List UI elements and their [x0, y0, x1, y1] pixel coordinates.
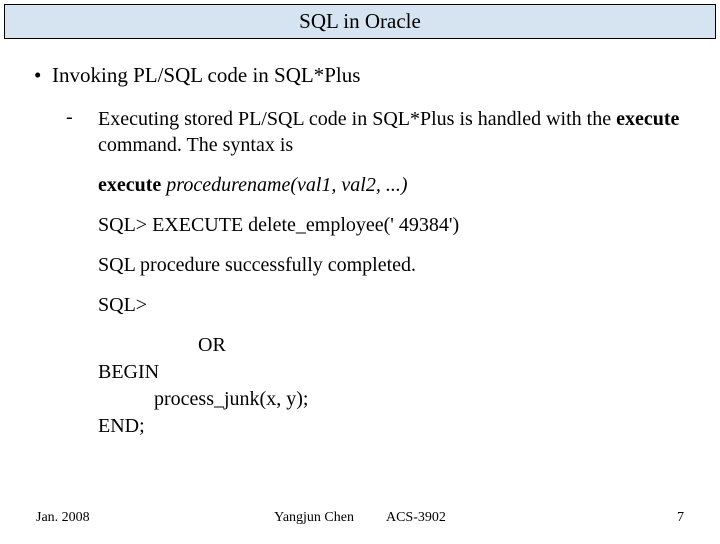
sub-text-bold: execute: [616, 108, 679, 130]
or-label: OR: [198, 332, 690, 359]
alternative-block: OR BEGIN process_junk(x, y); END;: [98, 332, 690, 440]
bullet-text: Invoking PL/SQL code in SQL*Plus: [52, 63, 690, 88]
sub-marker: -: [66, 106, 98, 129]
footer-page: 7: [677, 510, 684, 526]
footer-author: Yangjun Chen: [274, 510, 354, 526]
syntax-args: procedurename(val1, val2, ...): [161, 174, 407, 196]
begin-keyword: BEGIN: [98, 359, 690, 386]
example-line: SQL> EXECUTE delete_employee(' 49384'): [98, 212, 690, 238]
sub-bullet: - Executing stored PL/SQL code in SQL*Pl…: [66, 106, 690, 158]
syntax-cmd: execute: [98, 174, 161, 196]
slide-title: SQL in Oracle: [4, 4, 716, 39]
slide-content: • Invoking PL/SQL code in SQL*Plus - Exe…: [0, 43, 720, 440]
sub-text: Executing stored PL/SQL code in SQL*Plus…: [98, 106, 690, 158]
bullet-marker: •: [30, 63, 52, 88]
sub-text-post: command. The syntax is: [98, 134, 293, 156]
proc-call: process_junk(x, y);: [154, 386, 690, 413]
result-line: SQL procedure successfully completed.: [98, 252, 690, 278]
syntax-line: execute procedurename(val1, val2, ...): [98, 172, 690, 198]
prompt-line: SQL>: [98, 292, 690, 318]
main-bullet: • Invoking PL/SQL code in SQL*Plus: [30, 63, 690, 88]
footer-course: ACS-3902: [386, 510, 446, 526]
slide-footer: Jan. 2008 Yangjun Chen ACS-3902 7: [0, 510, 720, 526]
footer-date: Jan. 2008: [36, 510, 90, 526]
end-keyword: END;: [98, 413, 690, 440]
sub-text-pre: Executing stored PL/SQL code in SQL*Plus…: [98, 108, 616, 130]
